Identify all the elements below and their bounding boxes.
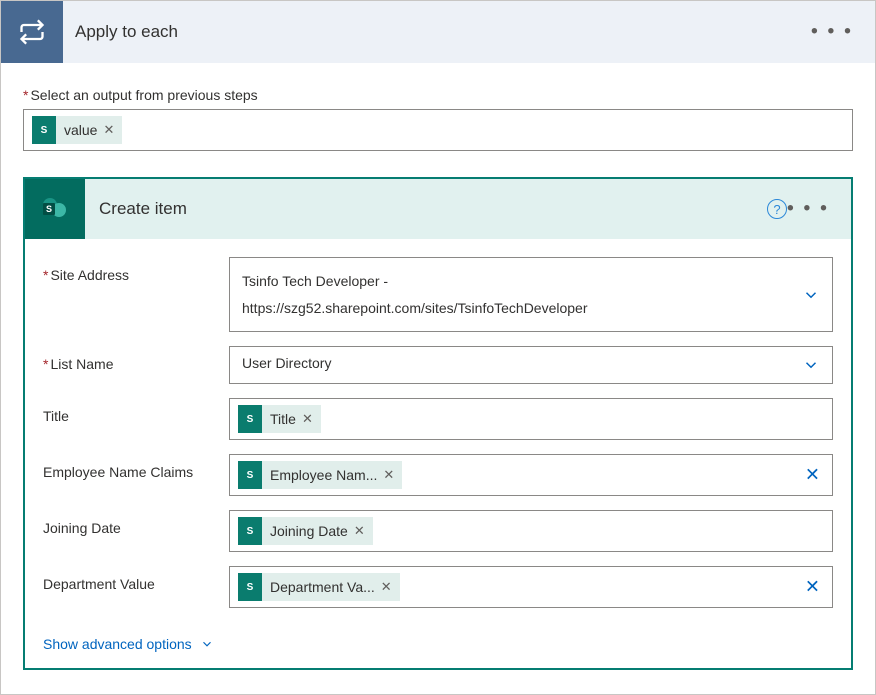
chevron-down-icon — [802, 356, 820, 374]
action-menu-button[interactable]: • • • — [787, 198, 829, 221]
remove-token-icon[interactable]: ✕ — [354, 523, 365, 539]
chevron-down-icon — [802, 286, 820, 304]
remove-token-icon[interactable]: ✕ — [103, 122, 114, 138]
action-body: *Site Address Tsinfo Tech Developer - ht… — [25, 239, 851, 668]
loop-title: Apply to each — [75, 22, 178, 42]
create-item-card: S Create item ? • • • *Site Address Tsin… — [23, 177, 853, 670]
sharepoint-token-icon: S — [238, 405, 262, 433]
sharepoint-icon: S — [25, 179, 85, 239]
loop-menu-button[interactable]: • • • — [811, 21, 853, 44]
loop-body: *Select an output from previous steps S … — [1, 63, 875, 694]
show-advanced-options-link[interactable]: Show advanced options — [43, 636, 214, 652]
joining-date-input[interactable]: S Joining Date ✕ — [229, 510, 833, 552]
list-name-select[interactable]: User Directory — [229, 346, 833, 384]
apply-to-each-card: Apply to each • • • *Select an output fr… — [0, 0, 876, 695]
sharepoint-token-icon: S — [238, 573, 262, 601]
employee-name-label: Employee Name Claims — [43, 454, 229, 480]
site-address-label: *Site Address — [43, 257, 229, 283]
department-label: Department Value — [43, 566, 229, 592]
title-input[interactable]: S Title ✕ — [229, 398, 833, 440]
loop-icon — [1, 1, 63, 63]
list-name-label: *List Name — [43, 346, 229, 372]
remove-token-icon[interactable]: ✕ — [302, 411, 313, 427]
help-icon[interactable]: ? — [767, 199, 787, 219]
department-input[interactable]: S Department Va... ✕ ✕ — [229, 566, 833, 608]
site-address-select[interactable]: Tsinfo Tech Developer - https://szg52.sh… — [229, 257, 833, 332]
output-token-field[interactable]: S value ✕ — [23, 109, 853, 151]
value-token[interactable]: S value ✕ — [32, 116, 122, 144]
employee-name-token[interactable]: S Employee Nam... ✕ — [238, 461, 402, 489]
remove-token-icon[interactable]: ✕ — [381, 579, 392, 595]
remove-token-icon[interactable]: ✕ — [383, 467, 394, 483]
clear-field-icon[interactable]: ✕ — [805, 465, 820, 486]
chevron-down-icon — [200, 637, 214, 651]
action-header[interactable]: S Create item ? • • • — [25, 179, 851, 239]
sharepoint-token-icon: S — [32, 116, 56, 144]
output-label: *Select an output from previous steps — [23, 87, 853, 103]
employee-name-input[interactable]: S Employee Nam... ✕ ✕ — [229, 454, 833, 496]
clear-field-icon[interactable]: ✕ — [805, 577, 820, 598]
sharepoint-token-icon: S — [238, 517, 262, 545]
title-label: Title — [43, 398, 229, 424]
department-token[interactable]: S Department Va... ✕ — [238, 573, 400, 601]
joining-date-token[interactable]: S Joining Date ✕ — [238, 517, 373, 545]
sharepoint-token-icon: S — [238, 461, 262, 489]
title-token[interactable]: S Title ✕ — [238, 405, 321, 433]
joining-date-label: Joining Date — [43, 510, 229, 536]
loop-header[interactable]: Apply to each • • • — [1, 1, 875, 63]
svg-text:S: S — [46, 204, 52, 214]
action-title: Create item — [99, 199, 187, 219]
